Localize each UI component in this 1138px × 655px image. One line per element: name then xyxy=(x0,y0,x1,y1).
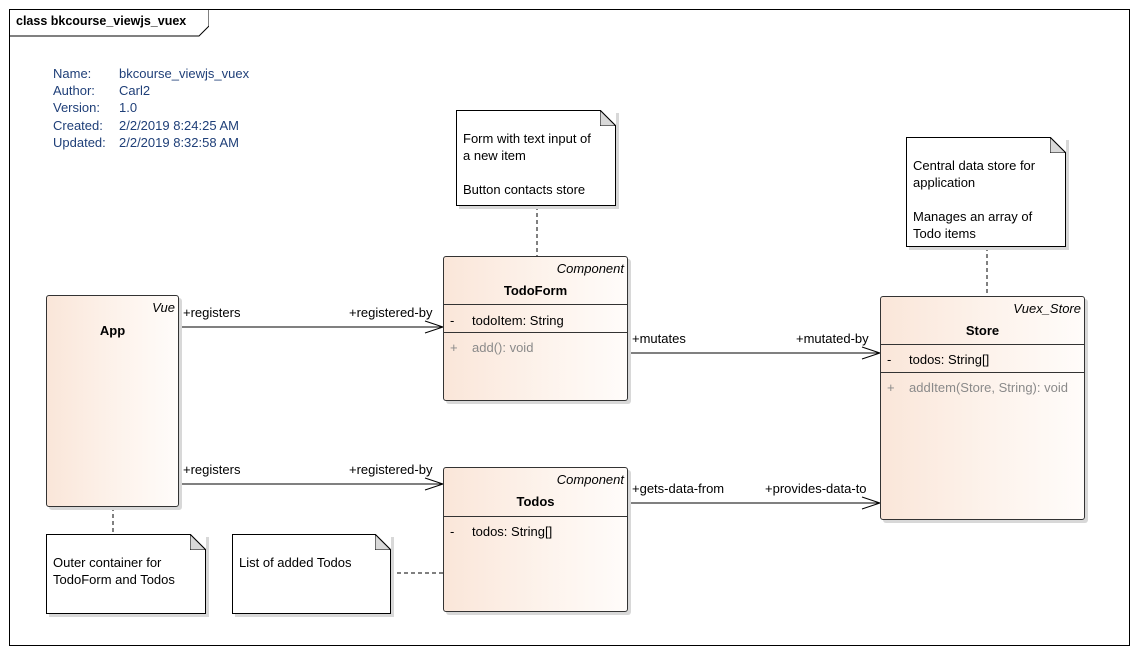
class-stereotype: Component xyxy=(556,261,624,276)
compartment-divider xyxy=(444,304,627,305)
visibility-marker: - xyxy=(887,352,892,367)
class-attribute[interactable]: - todos: String[] xyxy=(887,352,989,367)
note-line: Central data store for xyxy=(913,158,1036,173)
note-fold-icon xyxy=(190,534,206,550)
note-line: a new item xyxy=(463,148,526,163)
role-label-target: +mutated-by xyxy=(796,331,869,346)
role-label-target: +registered-by xyxy=(349,462,433,477)
note-line: Form with text input of xyxy=(463,131,591,146)
attribute-text: todos: String[] xyxy=(909,352,990,367)
class-stereotype: Vue xyxy=(152,300,175,315)
class-name: TodoForm xyxy=(503,283,568,298)
class-name: App xyxy=(99,323,126,338)
class-todos[interactable]: Component Todos - todos: String[] xyxy=(443,467,628,612)
role-label-target: +provides-data-to xyxy=(765,481,867,496)
compartment-divider xyxy=(881,344,1084,345)
compartment-divider xyxy=(881,372,1084,373)
class-name: Store xyxy=(965,323,1000,338)
role-label-source: +gets-data-from xyxy=(632,481,725,496)
note-todos[interactable]: List of added Todos xyxy=(232,534,391,614)
compartment-divider xyxy=(444,516,627,517)
note-line xyxy=(913,191,1035,208)
attribute-text: todos: String[] xyxy=(472,524,553,539)
note-line: Button contacts store xyxy=(463,182,586,197)
note-fold-icon xyxy=(600,110,616,126)
note-store[interactable]: Central data store for application Manag… xyxy=(906,137,1066,247)
note-line: application xyxy=(913,175,976,190)
visibility-marker: + xyxy=(887,380,895,395)
note-fold-icon xyxy=(375,534,391,550)
visibility-marker: - xyxy=(450,524,455,539)
class-app[interactable]: Vue App xyxy=(46,295,179,507)
note-line: Todo items xyxy=(913,226,976,241)
note-line: List of added Todos xyxy=(239,555,352,570)
operation-text: add(): void xyxy=(472,340,534,355)
class-name: Todos xyxy=(516,494,555,509)
role-label-source: +registers xyxy=(183,462,241,477)
class-operation[interactable]: + add(): void xyxy=(450,340,533,355)
class-stereotype: Vuex_Store xyxy=(1013,301,1081,316)
note-line: TodoForm and Todos xyxy=(53,572,175,587)
note-todoform[interactable]: Form with text input of a new item Butto… xyxy=(456,110,616,206)
note-app[interactable]: Outer container for TodoForm and Todos xyxy=(46,534,206,614)
attribute-text: todoItem: String xyxy=(472,313,564,328)
note-line xyxy=(463,164,591,181)
class-attribute[interactable]: - todos: String[] xyxy=(450,524,552,539)
compartment-divider xyxy=(444,332,627,333)
role-label-target: +registered-by xyxy=(349,305,433,320)
note-line: Manages an array of xyxy=(913,209,1033,224)
visibility-marker: + xyxy=(450,340,458,355)
class-operation[interactable]: + addItem(Store, String): void xyxy=(887,380,1068,395)
visibility-marker: - xyxy=(450,313,455,328)
class-attribute[interactable]: - todoItem: String xyxy=(450,313,564,328)
class-stereotype: Component xyxy=(556,472,624,487)
operation-text: addItem(Store, String): void xyxy=(909,380,1068,395)
class-store[interactable]: Vuex_Store Store - todos: String[] + addIt… xyxy=(880,296,1085,520)
note-line: Outer container for xyxy=(53,555,162,570)
class-todoform[interactable]: Component TodoForm - todoItem: String + ad… xyxy=(443,256,628,401)
note-fold-icon xyxy=(1050,137,1066,153)
role-label-source: +registers xyxy=(183,305,241,320)
role-label-source: +mutates xyxy=(632,331,686,346)
